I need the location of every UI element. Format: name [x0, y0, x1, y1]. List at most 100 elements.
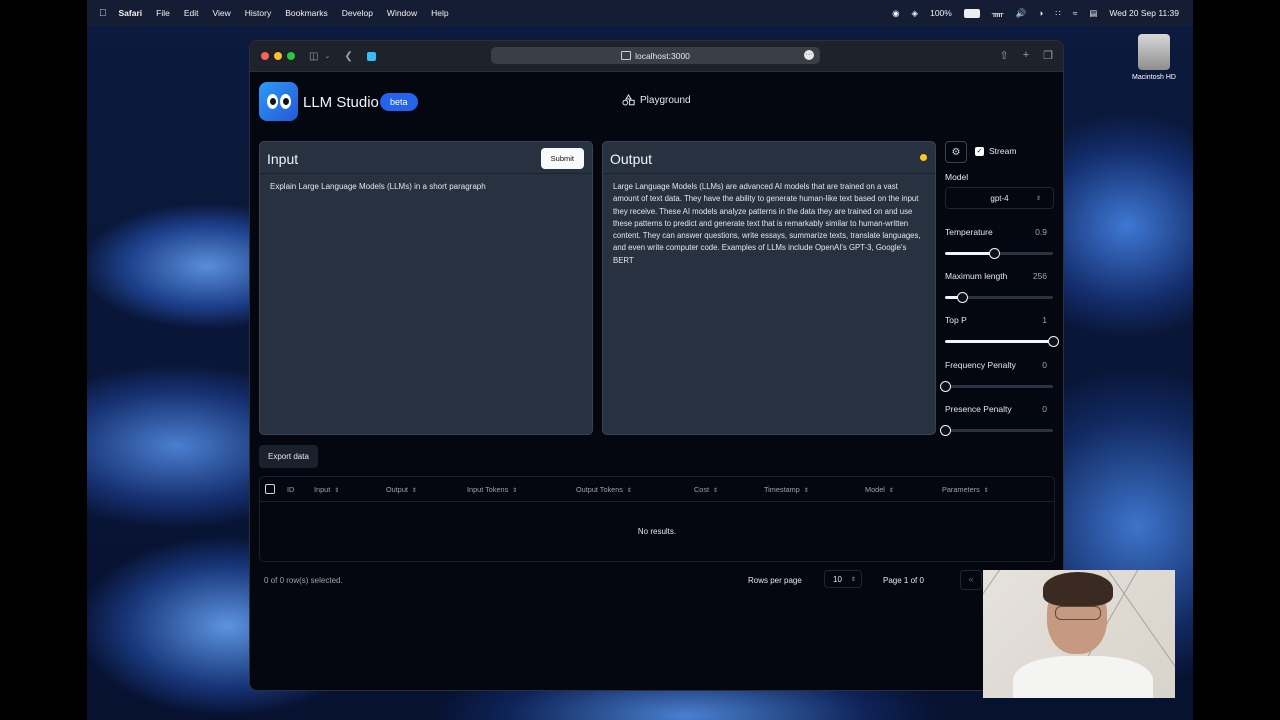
slider-thumb[interactable]: [957, 292, 969, 303]
tab-favicon-icon[interactable]: [366, 51, 376, 61]
param-value: 256: [1032, 271, 1047, 281]
beta-badge: beta: [380, 93, 418, 111]
battery-icon[interactable]: [963, 8, 980, 18]
letterbox-left: [0, 0, 87, 720]
sort-icon[interactable]: ⇕: [984, 488, 989, 494]
input-textarea[interactable]: Explain Large Language Models (LLMs) in …: [260, 174, 592, 199]
col-label: Input: [314, 485, 331, 494]
minimize-window-icon[interactable]: [274, 52, 282, 60]
slider-thumb[interactable]: [940, 425, 951, 436]
app-logo-icon[interactable]: [259, 82, 298, 121]
wifi-icon[interactable]: ≈: [1073, 8, 1078, 18]
menu-view[interactable]: View: [212, 8, 230, 18]
record-icon[interactable]: ◉: [892, 8, 899, 19]
maximum-length-slider[interactable]: [945, 292, 1053, 303]
zoom-window-icon[interactable]: [287, 52, 295, 60]
first-page-icon[interactable]: «: [960, 570, 982, 590]
person-hair: [1043, 572, 1113, 606]
sort-icon[interactable]: ⇕: [334, 488, 339, 494]
rows-per-page-select[interactable]: 10 ⇕: [824, 570, 862, 588]
nav-playground[interactable]: Playground: [622, 94, 691, 106]
col-label: Output Tokens: [576, 485, 623, 494]
control-center-icon[interactable]: ▤: [1089, 8, 1097, 19]
slider-thumb[interactable]: [1048, 336, 1059, 347]
col-output-tokens[interactable]: Output Tokens ⇕: [576, 485, 632, 494]
output-panel-header: Output: [603, 142, 935, 174]
export-data-button[interactable]: Export data: [259, 445, 318, 468]
menu-help[interactable]: Help: [431, 8, 448, 18]
sort-icon[interactable]: ⇕: [804, 488, 809, 494]
sort-icon[interactable]: ⇕: [512, 488, 517, 494]
nav-label: Playground: [640, 94, 691, 106]
page-indicator: Page 1 of 0: [883, 576, 924, 585]
col-parameters[interactable]: Parameters ⇕: [942, 485, 989, 494]
macintosh-hd-desktop-icon[interactable]: Macintosh HD: [1128, 34, 1180, 81]
col-input-tokens[interactable]: Input Tokens ⇕: [467, 485, 517, 494]
menu-develop[interactable]: Develop: [342, 8, 373, 18]
col-label: Timestamp: [764, 485, 800, 494]
sidebar-toggle-icon[interactable]: ◫: [309, 51, 318, 62]
input-panel: Input Submit Explain Large Language Mode…: [259, 141, 593, 435]
apple-icon[interactable]: : [99, 8, 107, 19]
col-cost[interactable]: Cost ⇕: [694, 485, 718, 494]
macos-menu-bar:  Safari File Edit View History Bookmark…: [87, 0, 1193, 26]
slider-thumb[interactable]: [940, 381, 951, 392]
close-window-icon[interactable]: [261, 52, 269, 60]
param-label: Presence Penalty: [945, 404, 1012, 414]
url-text: localhost:3000: [635, 50, 690, 61]
slider-thumb[interactable]: [988, 248, 1000, 259]
menu-bookmarks[interactable]: Bookmarks: [285, 8, 328, 18]
col-output[interactable]: Output ⇕: [386, 485, 417, 494]
output-panel: Output Large Language Models (LLMs) are …: [602, 141, 936, 435]
volume-icon[interactable]: 🔊: [1016, 8, 1027, 19]
top-p-slider[interactable]: [945, 336, 1059, 347]
rows-per-page-label: Rows per page: [748, 576, 802, 585]
menu-file[interactable]: File: [156, 8, 170, 18]
sort-icon[interactable]: ⇕: [713, 488, 718, 494]
empty-state: No results.: [637, 527, 677, 536]
menu-app-name[interactable]: Safari: [119, 8, 143, 18]
param-maximum-length: Maximum length 256: [945, 271, 1053, 303]
tab-overview-icon[interactable]: ❐: [1043, 49, 1053, 62]
app-name: LLM Studio: [303, 94, 379, 111]
presence-penalty-slider[interactable]: [940, 425, 1053, 436]
battery-percent: 100%: [930, 8, 952, 18]
col-label: Parameters: [942, 485, 980, 494]
new-tab-icon[interactable]: +: [1023, 49, 1029, 62]
focus-icon[interactable]: ◑: [1038, 8, 1043, 18]
keyboard-icon[interactable]: ∷: [1055, 8, 1060, 19]
stream-toggle[interactable]: ✓ Stream: [975, 146, 1016, 156]
address-bar[interactable]: localhost:3000 ···: [491, 47, 820, 64]
bluetooth-icon[interactable]: ᚅ: [992, 8, 1004, 19]
frequency-penalty-slider[interactable]: [940, 381, 1053, 392]
stream-checkbox[interactable]: ✓: [975, 146, 984, 156]
menu-edit[interactable]: Edit: [184, 8, 199, 18]
letterbox-right: [1193, 0, 1280, 720]
menu-history[interactable]: History: [245, 8, 271, 18]
col-label: Model: [865, 485, 885, 494]
chevron-down-icon[interactable]: ⌄: [324, 52, 330, 60]
param-value: 0: [1042, 404, 1047, 414]
logo-eye-right: [279, 94, 291, 109]
menu-window[interactable]: Window: [387, 8, 417, 18]
param-value: 0: [1042, 360, 1047, 370]
sort-icon[interactable]: ⇕: [412, 488, 417, 494]
temperature-slider[interactable]: [945, 248, 1053, 259]
col-input[interactable]: Input ⇕: [314, 485, 339, 494]
gear-icon[interactable]: ⚙: [945, 141, 967, 163]
more-options-icon[interactable]: ···: [804, 50, 814, 60]
status-indicator-dot: [920, 154, 927, 161]
person-shirt: [1013, 656, 1153, 698]
col-label: Output: [386, 485, 408, 494]
vpn-icon[interactable]: ◈: [912, 8, 919, 19]
share-icon[interactable]: ⇧: [999, 49, 1008, 62]
menubar-clock[interactable]: Wed 20 Sep 11:39: [1109, 8, 1179, 18]
submit-button[interactable]: Submit: [540, 148, 584, 169]
sort-icon[interactable]: ⇕: [889, 488, 894, 494]
col-model[interactable]: Model ⇕: [865, 485, 894, 494]
col-timestamp[interactable]: Timestamp ⇕: [764, 485, 809, 494]
back-icon[interactable]: ❮: [344, 51, 352, 62]
select-all-checkbox[interactable]: [265, 484, 275, 494]
sort-icon[interactable]: ⇕: [627, 488, 632, 494]
model-select[interactable]: gpt-4 ⇕: [945, 187, 1054, 209]
